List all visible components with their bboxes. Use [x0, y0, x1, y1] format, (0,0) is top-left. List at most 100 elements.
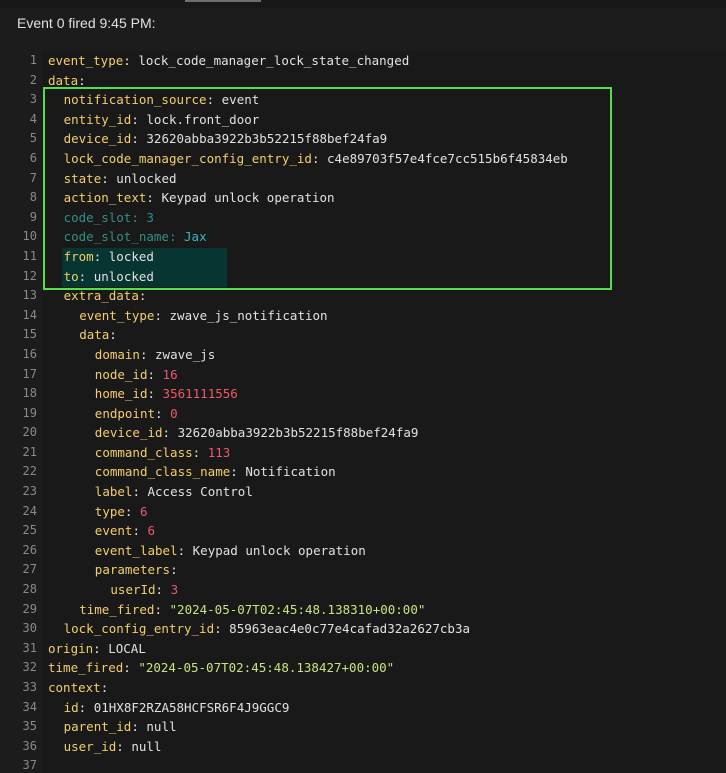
yaml-key: event_type	[48, 53, 124, 68]
code-line[interactable]: 20 device_id: 32620abba3922b3b52215f88bef…	[16, 423, 726, 443]
line-number: 19	[22, 405, 37, 420]
yaml-value: 32620abba3922b3b52215f88bef24fa9	[177, 425, 419, 441]
yaml-value: 6	[147, 523, 156, 539]
yaml-key: userId	[110, 582, 156, 598]
top-tab-strip	[0, 0, 726, 8]
yaml-code-editor[interactable]: 1 event_type: lock_code_manager_lock_stat…	[16, 41, 726, 773]
code-line[interactable]: 11 from: locked	[16, 247, 726, 267]
code-line[interactable]: 17 node_id: 16	[16, 365, 726, 385]
code-line[interactable]: 13 extra_data:	[16, 286, 726, 306]
line-number: 10	[22, 229, 37, 244]
yaml-colon: :	[138, 288, 147, 304]
yaml-colon: :	[147, 366, 156, 382]
code-line[interactable]: 18 home_id: 3561111556	[16, 384, 726, 404]
yaml-key: event_type	[79, 307, 155, 323]
line-number: 9	[29, 209, 37, 224]
code-text: context:	[48, 678, 108, 698]
yaml-colon: :	[78, 72, 86, 88]
code-line[interactable]: 33 context:	[16, 678, 726, 698]
yaml-colon: :	[78, 268, 87, 284]
code-line[interactable]: 36 user_id: null	[16, 737, 726, 757]
yaml-key: state	[63, 170, 102, 186]
line-number: 26	[22, 542, 37, 557]
yaml-colon: :	[123, 660, 131, 676]
yaml-key: parent_id	[63, 719, 132, 735]
code-line[interactable]: 28 userId: 3	[16, 580, 726, 600]
code-line[interactable]: 24 type: 6	[16, 502, 726, 522]
yaml-key: user_id	[63, 738, 117, 754]
code-line[interactable]: 35 parent_id: null	[16, 717, 726, 737]
code-line[interactable]: 25 event: 6	[16, 521, 726, 541]
code-text: endpoint: 0	[95, 404, 178, 424]
code-line[interactable]: 30 lock_config_entry_id: 85963eac4e0c77e4…	[16, 619, 726, 639]
code-text: notification_source: event	[64, 90, 260, 110]
yaml-value: 113	[207, 444, 231, 460]
code-text: extra_data:	[64, 286, 147, 306]
yaml-key: data	[48, 72, 79, 88]
yaml-value: unlocked	[93, 268, 154, 284]
code-line[interactable]: 21 command_class: 113	[16, 443, 726, 463]
code-text: command_class: 113	[95, 443, 230, 463]
code-line[interactable]: 22 command_class_name: Notification	[16, 462, 726, 482]
line-number: 28	[22, 582, 37, 597]
code-lines[interactable]: 1 event_type: lock_code_manager_lock_stat…	[16, 51, 726, 773]
code-text: event_type: zwave_js_notification	[79, 306, 327, 326]
code-text: data:	[79, 325, 117, 345]
yaml-value: locked	[108, 248, 154, 264]
code-line[interactable]: 2 data:	[16, 71, 726, 91]
code-line[interactable]: 23 label: Access Control	[16, 482, 726, 502]
yaml-key: context	[48, 680, 101, 695]
code-line[interactable]: 31 origin: LOCAL	[16, 639, 726, 659]
yaml-key: command_class_name	[94, 464, 231, 480]
line-number: 11	[22, 248, 37, 263]
code-line[interactable]: 8 action_text: Keypad unlock operation	[16, 188, 726, 208]
code-line[interactable]: 16 domain: zwave_js	[16, 345, 726, 365]
code-line[interactable]: 34 id: 01HX8F2RZA58HCFSR6F4J9GGC9	[16, 698, 726, 718]
line-number: 8	[29, 190, 37, 205]
code-line[interactable]: 14 event_type: zwave_js_notification	[16, 306, 726, 326]
code-line[interactable]: 19 endpoint: 0	[16, 404, 726, 424]
yaml-colon: :	[131, 131, 139, 147]
yaml-value: null	[146, 719, 177, 735]
code-line[interactable]: 1 event_type: lock_code_manager_lock_stat…	[16, 51, 726, 71]
code-line[interactable]: 6 lock_code_manager_config_entry_id: c4e8…	[16, 149, 726, 169]
yaml-key: parameters	[94, 562, 171, 578]
code-line[interactable]: 32 time_fired: "2024-05-07T02:45:48.13842…	[16, 658, 726, 678]
code-line[interactable]: 3 notification_source: event	[16, 90, 726, 110]
code-line[interactable]: 9 code_slot: 3	[16, 208, 726, 228]
code-line[interactable]: 7 state: unlocked	[16, 169, 726, 189]
yaml-colon: :	[230, 464, 238, 480]
yaml-key: time_fired	[48, 660, 124, 676]
code-line[interactable]: 10 code_slot_name: Jax	[16, 227, 726, 247]
line-number: 12	[22, 268, 37, 283]
code-line[interactable]: 37	[16, 756, 726, 773]
yaml-colon: :	[131, 719, 139, 735]
code-text: state: unlocked	[64, 169, 177, 189]
yaml-colon: :	[78, 699, 87, 715]
yaml-colon: :	[155, 582, 164, 598]
yaml-value: zwave_js	[155, 346, 216, 362]
yaml-value: Access Control	[147, 484, 253, 500]
code-text: type: 6	[95, 502, 148, 522]
yaml-key: label	[94, 484, 133, 500]
active-tab-indicator[interactable]	[185, 0, 261, 2]
yaml-key: entity_id	[63, 111, 132, 127]
line-number: 4	[29, 111, 37, 126]
yaml-key: code_slot_name	[63, 229, 169, 245]
line-number: 31	[22, 640, 37, 655]
code-line[interactable]: 29 time_fired: "2024-05-07T02:45:48.13831…	[16, 600, 726, 620]
yaml-colon: :	[139, 346, 148, 362]
code-line[interactable]: 26 event_label: Keypad unlock operation	[16, 541, 726, 561]
line-number: 33	[22, 680, 37, 694]
line-number: 30	[22, 621, 37, 636]
code-line[interactable]: 12 to: unlocked	[16, 267, 726, 287]
yaml-value: Notification	[245, 464, 336, 480]
line-number: 7	[29, 170, 37, 185]
code-line[interactable]: 27 parameters:	[16, 560, 726, 580]
yaml-colon: :	[206, 92, 215, 108]
code-line[interactable]: 5 device_id: 32620abba3922b3b52215f88bef2…	[16, 129, 726, 149]
code-text: origin: LOCAL	[48, 639, 146, 659]
code-line[interactable]: 15 data:	[16, 325, 726, 345]
yaml-key: origin	[48, 640, 94, 656]
code-line[interactable]: 4 entity_id: lock.front_door	[16, 110, 726, 130]
